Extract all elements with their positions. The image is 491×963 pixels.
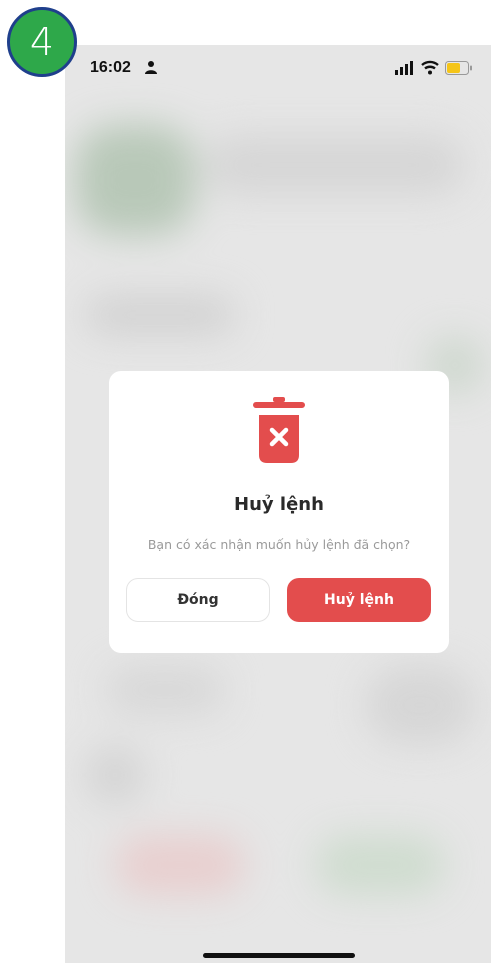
home-indicator[interactable] — [203, 953, 355, 958]
close-button[interactable]: Đóng — [126, 578, 270, 622]
phone-screen: 16:02 Huỷ lệnh Bạn có xác nhận muốn hủy … — [65, 45, 491, 963]
dialog-title: Huỷ lệnh — [234, 494, 324, 515]
cancel-order-dialog: Huỷ lệnh Bạn có xác nhận muốn hủy lệnh đ… — [109, 371, 449, 653]
signal-icon — [395, 61, 413, 75]
person-icon — [145, 61, 157, 74]
screenshot-canvas: 4 16:02 Huỷ lệnh Bạn có xác nhận muốn hủ… — [0, 0, 491, 963]
step-number-badge: 4 — [7, 7, 77, 77]
status-time: 16:02 — [90, 59, 131, 76]
confirm-cancel-order-button[interactable]: Huỷ lệnh — [287, 578, 431, 622]
status-bar: 16:02 — [65, 45, 491, 93]
step-number: 4 — [29, 20, 55, 64]
wifi-icon — [421, 60, 439, 75]
dialog-message: Bạn có xác nhận muốn hủy lệnh đã chọn? — [147, 537, 411, 552]
battery-icon — [445, 61, 472, 75]
trash-delete-icon — [253, 397, 305, 463]
